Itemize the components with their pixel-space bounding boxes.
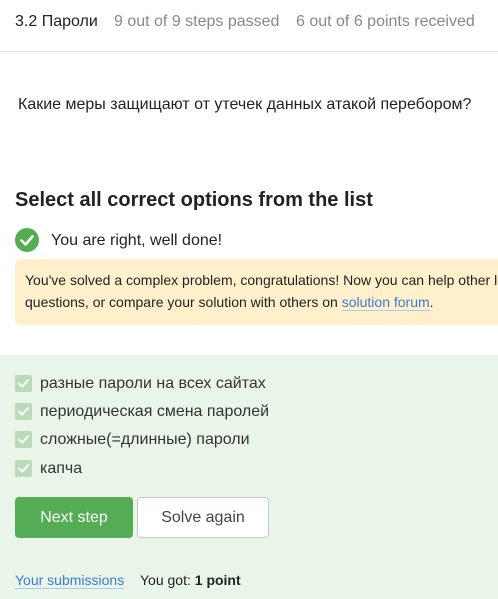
option-label: капча: [40, 460, 83, 477]
option-label: сложные(=длинные) пароли: [40, 431, 250, 448]
checkbox-checked-icon[interactable]: [15, 375, 32, 392]
option-item[interactable]: капча: [15, 459, 475, 479]
correct-feedback: You are right, well done!: [15, 228, 485, 252]
next-step-button[interactable]: Next step: [15, 497, 133, 538]
solve-again-button[interactable]: Solve again: [137, 497, 269, 538]
submission-footer: Your submissions You got: 1 point: [15, 571, 241, 589]
answer-panel: разные пароли на всех сайтах периодическ…: [0, 355, 498, 599]
checkbox-checked-icon[interactable]: [15, 431, 32, 448]
success-hint: You've solved a complex problem, congrat…: [15, 259, 498, 325]
solution-forum-link[interactable]: solution forum: [341, 294, 430, 311]
hint-line-1: You've solved a complex problem, congrat…: [25, 272, 498, 288]
question-text: Какие меры защищают от утечек данных ата…: [18, 96, 472, 113]
hint-line-2-text: questions, or compare your solution with…: [25, 294, 342, 310]
option-label: разные пароли на всех сайтах: [40, 375, 266, 392]
correct-message: You are right, well done!: [51, 232, 223, 249]
lesson-title[interactable]: 3.2 Пароли: [15, 12, 98, 32]
lesson-header: 3.2 Пароли 9 out of 9 steps passed 6 out…: [0, 0, 498, 52]
option-item[interactable]: разные пароли на всех сайтах: [15, 374, 475, 394]
check-circle-icon: [15, 228, 39, 252]
option-item[interactable]: периодическая смена паролей: [15, 402, 475, 422]
hint-line-2: questions, or compare your solution with…: [25, 291, 498, 313]
checkbox-checked-icon[interactable]: [15, 460, 32, 477]
score-label: You got:: [140, 572, 195, 588]
option-item[interactable]: сложные(=длинные) пароли: [15, 430, 475, 450]
score-value: 1 point: [194, 572, 241, 588]
points-progress: 6 out of 6 points received: [296, 13, 475, 30]
instruction-heading: Select all correct options from the list: [15, 189, 373, 211]
option-label: периодическая смена паролей: [40, 403, 270, 420]
hint-line-2-end: .: [429, 294, 434, 310]
score-summary: You got: 1 point: [140, 571, 241, 589]
steps-progress: 9 out of 9 steps passed: [114, 13, 280, 30]
your-submissions-link[interactable]: Your submissions: [15, 572, 125, 589]
checkbox-checked-icon[interactable]: [15, 403, 32, 420]
